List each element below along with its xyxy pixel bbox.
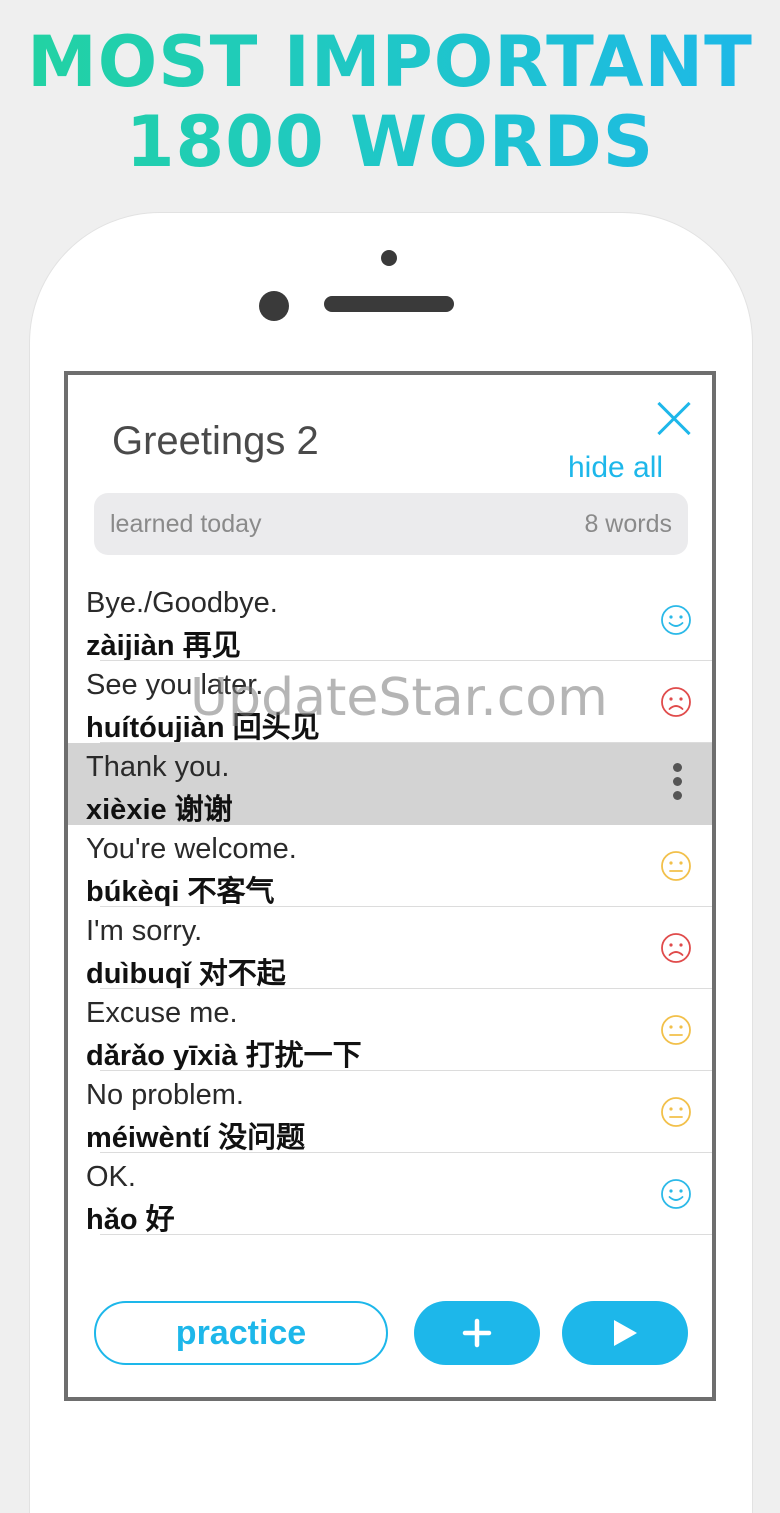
practice-button[interactable]: practice xyxy=(94,1301,388,1365)
word-english: Excuse me. xyxy=(86,997,238,1029)
word-row[interactable]: OK. hǎo 好 xyxy=(68,1153,712,1236)
happy-face-icon[interactable] xyxy=(660,604,692,636)
close-icon[interactable] xyxy=(656,401,692,437)
word-english: Bye./Goodbye. xyxy=(86,587,278,619)
watermark-text: UpdateStar.com xyxy=(190,668,608,728)
word-row[interactable]: I'm sorry. duìbuqǐ 对不起 xyxy=(68,907,712,990)
phone-sensor xyxy=(381,250,397,266)
headline: MOST IMPORTANT 1800 WORDS xyxy=(0,22,780,182)
more-vertical-icon[interactable] xyxy=(673,763,683,803)
word-row[interactable]: Bye./Goodbye. zàijiàn 再见 xyxy=(68,579,712,662)
word-chinese: dǎrǎo yīxià 打扰一下 xyxy=(86,1040,362,1072)
word-english: Thank you. xyxy=(86,751,230,783)
neutral-face-icon[interactable] xyxy=(660,850,692,882)
word-row-selected[interactable]: Thank you. xièxie 谢谢 xyxy=(68,743,712,826)
neutral-face-icon[interactable] xyxy=(660,1014,692,1046)
headline-line-1: MOST IMPORTANT xyxy=(27,21,753,103)
learned-today-count: 8 words xyxy=(584,509,672,538)
add-button[interactable] xyxy=(414,1301,540,1365)
word-chinese: zàijiàn 再见 xyxy=(86,630,241,662)
play-icon xyxy=(614,1320,637,1346)
list-title: Greetings 2 xyxy=(112,419,319,463)
neutral-face-icon[interactable] xyxy=(660,1096,692,1128)
word-row[interactable]: No problem. méiwèntí 没问题 xyxy=(68,1071,712,1154)
happy-face-icon[interactable] xyxy=(660,1178,692,1210)
word-row[interactable]: You're welcome. búkèqi 不客气 xyxy=(68,825,712,908)
play-button[interactable] xyxy=(562,1301,688,1365)
plus-icon xyxy=(462,1318,492,1348)
headline-line-2: 1800 WORDS xyxy=(125,101,655,183)
sad-face-icon[interactable] xyxy=(660,686,692,718)
word-english: OK. xyxy=(86,1161,136,1193)
word-english: No problem. xyxy=(86,1079,244,1111)
phone-camera xyxy=(259,291,289,321)
learned-today-bar: learned today 8 words xyxy=(94,493,688,555)
word-row[interactable]: Excuse me. dǎrǎo yīxià 打扰一下 xyxy=(68,989,712,1072)
word-chinese: hǎo 好 xyxy=(86,1204,175,1236)
learned-today-label: learned today xyxy=(110,509,262,538)
word-english: I'm sorry. xyxy=(86,915,203,947)
word-chinese: búkèqi 不客气 xyxy=(86,876,275,908)
app-screen: Greetings 2 hide all learned today 8 wor… xyxy=(64,371,716,1401)
word-chinese: duìbuqǐ 对不起 xyxy=(86,958,286,990)
word-chinese: xièxie 谢谢 xyxy=(86,794,233,826)
word-chinese: méiwèntí 没问题 xyxy=(86,1122,306,1154)
hide-all-button[interactable]: hide all xyxy=(568,451,663,485)
phone-speaker xyxy=(324,296,454,312)
sad-face-icon[interactable] xyxy=(660,932,692,964)
word-english: You're welcome. xyxy=(86,833,297,865)
